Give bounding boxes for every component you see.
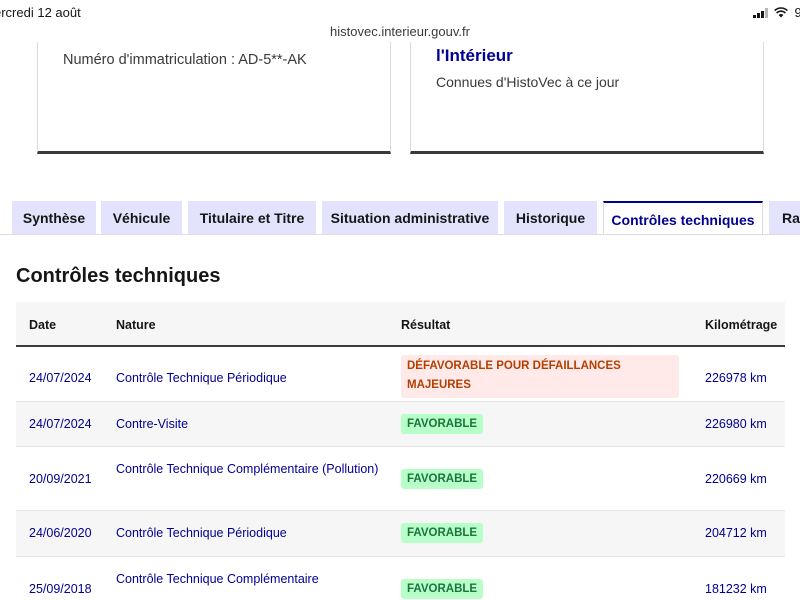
- tab-situation[interactable]: Situation administrative: [322, 201, 498, 235]
- row-km: 181232 km: [705, 582, 767, 596]
- registration-card: Numéro d'immatriculation : AD-5**-AK: [37, 42, 391, 154]
- table-header: Date Nature Résultat Kilométrage: [16, 302, 785, 347]
- row-nature: Contrôle Technique Complémentaire (Pollu…: [116, 462, 379, 476]
- ministry-card-heading: l'Intérieur: [436, 46, 513, 65]
- column-header-date: Date: [29, 318, 57, 332]
- status-bar: ercredi 12 août 9(: [0, 0, 800, 26]
- tab-panel: Contrôles techniques Date Nature Résulta…: [0, 234, 800, 600]
- row-km: 220669 km: [705, 472, 767, 486]
- row-km: 226978 km: [705, 371, 767, 385]
- section-title: Contrôles techniques: [16, 265, 221, 287]
- battery-percent: 9(: [794, 5, 800, 20]
- status-badge: FAVORABLE: [401, 469, 484, 489]
- tab-historique[interactable]: Historique: [504, 201, 597, 235]
- status-date: ercredi 12 août: [0, 5, 81, 20]
- status-badge: DÉFAVORABLE POUR DÉFAILLANCES MAJEURES: [401, 355, 679, 398]
- row-date: 24/07/2024: [29, 371, 92, 385]
- tab-controles-techniques[interactable]: Contrôles techniques: [603, 201, 763, 236]
- tab-list: Synthèse Véhicule Titulaire et Titre Sit…: [0, 201, 800, 236]
- row-nature: Contrôle Technique Complémentaire: [116, 572, 319, 586]
- status-badge: FAVORABLE: [401, 579, 484, 599]
- row-date: 24/07/2024: [29, 417, 92, 431]
- tab-synthese[interactable]: Synthèse: [12, 201, 96, 235]
- column-header-result: Résultat: [401, 318, 451, 332]
- status-icons: 9(: [753, 5, 800, 20]
- table-row: 24/07/2024 Contre-Visite FAVORABLE 22698…: [16, 402, 785, 447]
- status-badge: FAVORABLE: [401, 523, 484, 543]
- table-row: 20/09/2021 Contrôle Technique Complément…: [16, 447, 785, 511]
- tab-rapport[interactable]: Rap: [769, 201, 800, 235]
- wifi-icon: [774, 7, 789, 18]
- table-row: 24/06/2020 Contrôle Technique Périodique…: [16, 511, 785, 557]
- row-nature: Contrôle Technique Périodique: [116, 371, 287, 385]
- row-nature: Contrôle Technique Périodique: [116, 526, 287, 540]
- cellular-signal-icon: [753, 7, 769, 18]
- table-row: 24/07/2024 Contrôle Technique Périodique…: [16, 347, 785, 402]
- ministry-card-text: Connues d'HistoVec à ce jour: [436, 74, 620, 90]
- tab-vehicule[interactable]: Véhicule: [101, 201, 182, 235]
- table-row: 25/09/2018 Contrôle Technique Complément…: [16, 557, 785, 600]
- tab-titulaire[interactable]: Titulaire et Titre: [188, 201, 316, 235]
- registration-number: Numéro d'immatriculation : AD-5**-AK: [63, 52, 307, 68]
- row-date: 20/09/2021: [29, 472, 92, 486]
- column-header-nature: Nature: [116, 318, 156, 332]
- inspections-table: Date Nature Résultat Kilométrage 24/07/2…: [16, 302, 785, 600]
- column-header-km: Kilométrage: [705, 318, 778, 332]
- row-km: 226980 km: [705, 417, 767, 431]
- ministry-card: l'Intérieur Connues d'HistoVec à ce jour: [410, 42, 764, 154]
- row-nature: Contre-Visite: [116, 417, 189, 431]
- address-bar[interactable]: histovec.interieur.gouv.fr: [0, 24, 800, 39]
- status-badge: FAVORABLE: [401, 414, 484, 434]
- row-date: 25/09/2018: [29, 582, 92, 596]
- row-date: 24/06/2020: [29, 526, 92, 540]
- row-km: 204712 km: [705, 526, 767, 540]
